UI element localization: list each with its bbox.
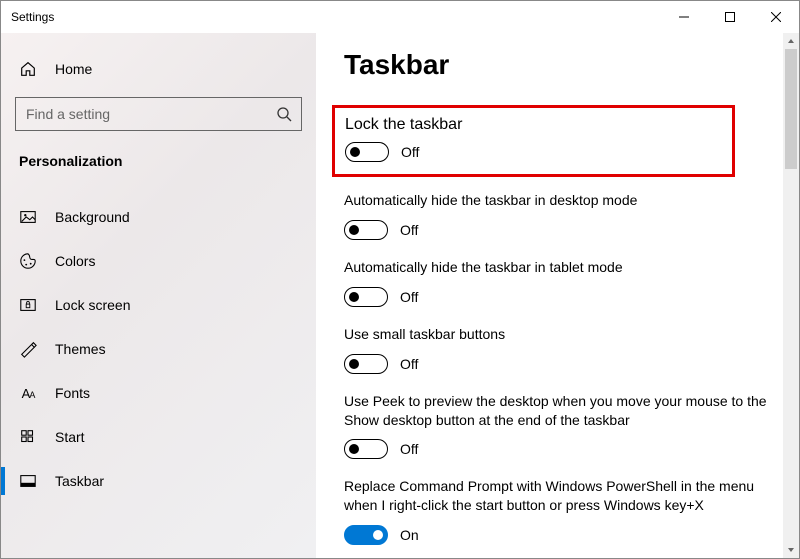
fonts-icon: AA <box>19 384 37 402</box>
highlighted-setting: Lock the taskbar Off <box>332 105 735 177</box>
main-pane: Taskbar Lock the taskbar Off Automatical… <box>316 33 799 558</box>
lock-screen-icon <box>19 296 37 314</box>
themes-icon <box>19 340 37 358</box>
sidebar-item-label: Colors <box>55 253 95 269</box>
sidebar-item-label: Fonts <box>55 385 90 401</box>
scrollbar[interactable] <box>783 33 799 558</box>
scroll-down-icon[interactable] <box>783 542 799 558</box>
search-wrap <box>15 97 302 131</box>
toggle-powershell[interactable] <box>344 525 388 545</box>
window-buttons <box>661 1 799 33</box>
setting-label: Replace Command Prompt with Windows Powe… <box>344 477 775 515</box>
scroll-track[interactable] <box>783 49 799 542</box>
sidebar-item-label: Lock screen <box>55 297 130 313</box>
setting-label: Use small taskbar buttons <box>344 325 775 344</box>
category-header: Personalization <box>1 141 316 181</box>
sidebar-item-label: Background <box>55 209 130 225</box>
sidebar: Home Personalization Background Colors L… <box>1 33 316 558</box>
page-title: Taskbar <box>344 49 775 81</box>
toggle-state: Off <box>400 289 418 305</box>
sidebar-item-start[interactable]: Start <box>1 415 316 459</box>
minimize-button[interactable] <box>661 1 707 33</box>
scroll-up-icon[interactable] <box>783 33 799 49</box>
setting-label: Use Peek to preview the desktop when you… <box>344 392 775 430</box>
setting-label: Lock the taskbar <box>345 116 722 134</box>
toggle-state: Off <box>400 356 418 372</box>
maximize-button[interactable] <box>707 1 753 33</box>
toggle-lock-taskbar[interactable] <box>345 142 389 162</box>
toggle-state: Off <box>400 222 418 238</box>
sidebar-item-themes[interactable]: Themes <box>1 327 316 371</box>
scroll-thumb[interactable] <box>785 49 797 169</box>
palette-icon <box>19 252 37 270</box>
titlebar: Settings <box>1 1 799 33</box>
search-icon <box>276 106 292 122</box>
toggle-state: On <box>400 527 419 543</box>
toggle-state: Off <box>400 441 418 457</box>
sidebar-item-taskbar[interactable]: Taskbar <box>1 459 316 503</box>
sidebar-item-label: Taskbar <box>55 473 104 489</box>
home-link[interactable]: Home <box>1 49 316 89</box>
toggle-peek[interactable] <box>344 439 388 459</box>
search-input[interactable] <box>15 97 302 131</box>
sidebar-item-background[interactable]: Background <box>1 195 316 239</box>
sidebar-item-label: Themes <box>55 341 106 357</box>
toggle-state: Off <box>401 144 419 160</box>
setting-label: Automatically hide the taskbar in tablet… <box>344 258 775 277</box>
toggle-small-buttons[interactable] <box>344 354 388 374</box>
sidebar-item-label: Start <box>55 429 85 445</box>
close-button[interactable] <box>753 1 799 33</box>
setting-label: Automatically hide the taskbar in deskto… <box>344 191 775 210</box>
sidebar-item-fonts[interactable]: AA Fonts <box>1 371 316 415</box>
start-icon <box>19 428 37 446</box>
home-label: Home <box>55 61 92 77</box>
home-icon <box>19 60 37 78</box>
toggle-autohide-desktop[interactable] <box>344 220 388 240</box>
toggle-autohide-tablet[interactable] <box>344 287 388 307</box>
sidebar-item-lock-screen[interactable]: Lock screen <box>1 283 316 327</box>
sidebar-item-colors[interactable]: Colors <box>1 239 316 283</box>
picture-icon <box>19 208 37 226</box>
taskbar-icon <box>19 472 37 490</box>
window-title: Settings <box>11 10 661 24</box>
